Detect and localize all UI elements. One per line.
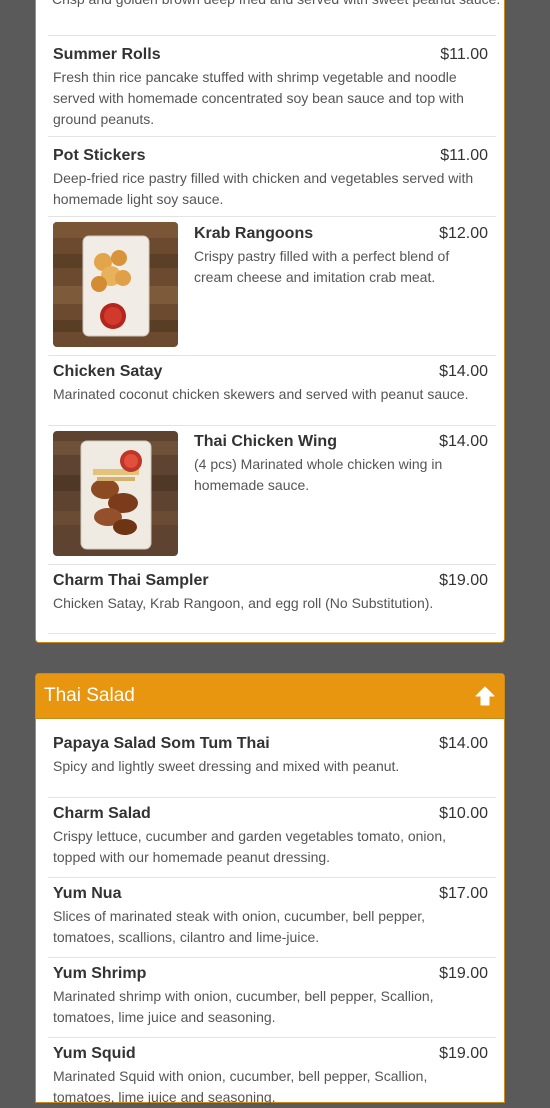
menu-item: Charm Salad $10.00 Crispy lettuce, cucum… xyxy=(48,798,496,878)
item-name: Charm Thai Sampler xyxy=(53,572,209,589)
menu-item: Charm Thai Sampler $19.00 Chicken Satay,… xyxy=(48,565,496,634)
item-price: $11.00 xyxy=(440,147,488,164)
item-price: $10.00 xyxy=(439,805,488,822)
item-name: Summer Rolls xyxy=(53,46,161,63)
item-description: Crispy pastry filled with a perfect blen… xyxy=(194,248,450,285)
item-price: $19.00 xyxy=(439,1045,488,1062)
item-description: Deep-fried rice pastry filled with chick… xyxy=(53,170,474,207)
item-name: Pot Stickers xyxy=(53,147,146,164)
item-price: $17.00 xyxy=(439,885,488,902)
menu-item: Papaya Salad Som Tum Thai $14.00 Spicy a… xyxy=(48,728,496,798)
item-description: Marinated coconut chicken skewers and se… xyxy=(53,386,469,402)
arrow-circle-up-icon[interactable] xyxy=(474,685,496,707)
item-name: Papaya Salad Som Tum Thai xyxy=(53,735,270,752)
item-description: (4 pcs) Marinated whole chicken wing in … xyxy=(194,456,443,493)
menu-item: Chicken Satay $14.00 Marinated coconut c… xyxy=(48,356,496,426)
item-price: $14.00 xyxy=(439,363,488,380)
menu-item: Krab Rangoons $12.00 Crispy pastry fille… xyxy=(48,217,496,356)
item-name: Thai Chicken Wing xyxy=(194,433,337,450)
menu-item: Yum Shrimp $19.00 Marinated shrimp with … xyxy=(48,958,496,1038)
menu-item: Crisp and golden brown deep fried and se… xyxy=(48,0,500,36)
item-name: Chicken Satay xyxy=(53,363,163,380)
thai-chicken-wing-photo xyxy=(53,431,178,556)
item-description: Spicy and lightly sweet dressing and mix… xyxy=(53,758,400,774)
appetizers-panel: Crisp and golden brown deep fried and se… xyxy=(35,0,505,643)
menu-item: Yum Squid $19.00 Marinated Squid with on… xyxy=(48,1038,496,1105)
thai-salad-heading[interactable]: Thai Salad xyxy=(36,674,504,719)
item-price: $14.00 xyxy=(439,735,488,752)
item-price: $12.00 xyxy=(439,225,488,242)
menu-item: Yum Nua $17.00 Slices of marinated steak… xyxy=(48,878,496,958)
item-description: Chicken Satay, Krab Rangoon, and egg rol… xyxy=(53,595,434,611)
item-price: $11.00 xyxy=(440,46,488,63)
item-price: $14.00 xyxy=(439,433,488,450)
item-description: Fresh thin rice pancake stuffed with shr… xyxy=(53,69,464,127)
item-description: Marinated Squid with onion, cucumber, be… xyxy=(53,1068,428,1105)
item-price: $19.00 xyxy=(439,965,488,982)
item-name: Yum Shrimp xyxy=(53,965,147,982)
item-description: Crisp and golden brown deep fried and se… xyxy=(52,0,500,10)
item-price: $19.00 xyxy=(439,572,488,589)
item-description: Marinated shrimp with onion, cucumber, b… xyxy=(53,988,434,1025)
item-name: Krab Rangoons xyxy=(194,225,314,242)
menu-item: Summer Rolls $11.00 Fresh thin rice panc… xyxy=(48,36,496,137)
thai-salad-panel: Thai Salad Papaya Salad Som Tum Thai $14… xyxy=(35,673,505,1105)
item-description: Slices of marinated steak with onion, cu… xyxy=(53,908,425,945)
krab-rangoons-photo xyxy=(53,222,178,347)
item-name: Charm Salad xyxy=(53,805,151,822)
item-name: Yum Squid xyxy=(53,1045,136,1062)
panel-title: Thai Salad xyxy=(44,685,135,706)
menu-item: Pot Stickers $11.00 Deep-fried rice past… xyxy=(48,137,496,217)
item-description: Crispy lettuce, cucumber and garden vege… xyxy=(53,828,447,865)
menu-item: Thai Chicken Wing $14.00 (4 pcs) Marinat… xyxy=(48,426,496,565)
item-name: Yum Nua xyxy=(53,885,122,902)
